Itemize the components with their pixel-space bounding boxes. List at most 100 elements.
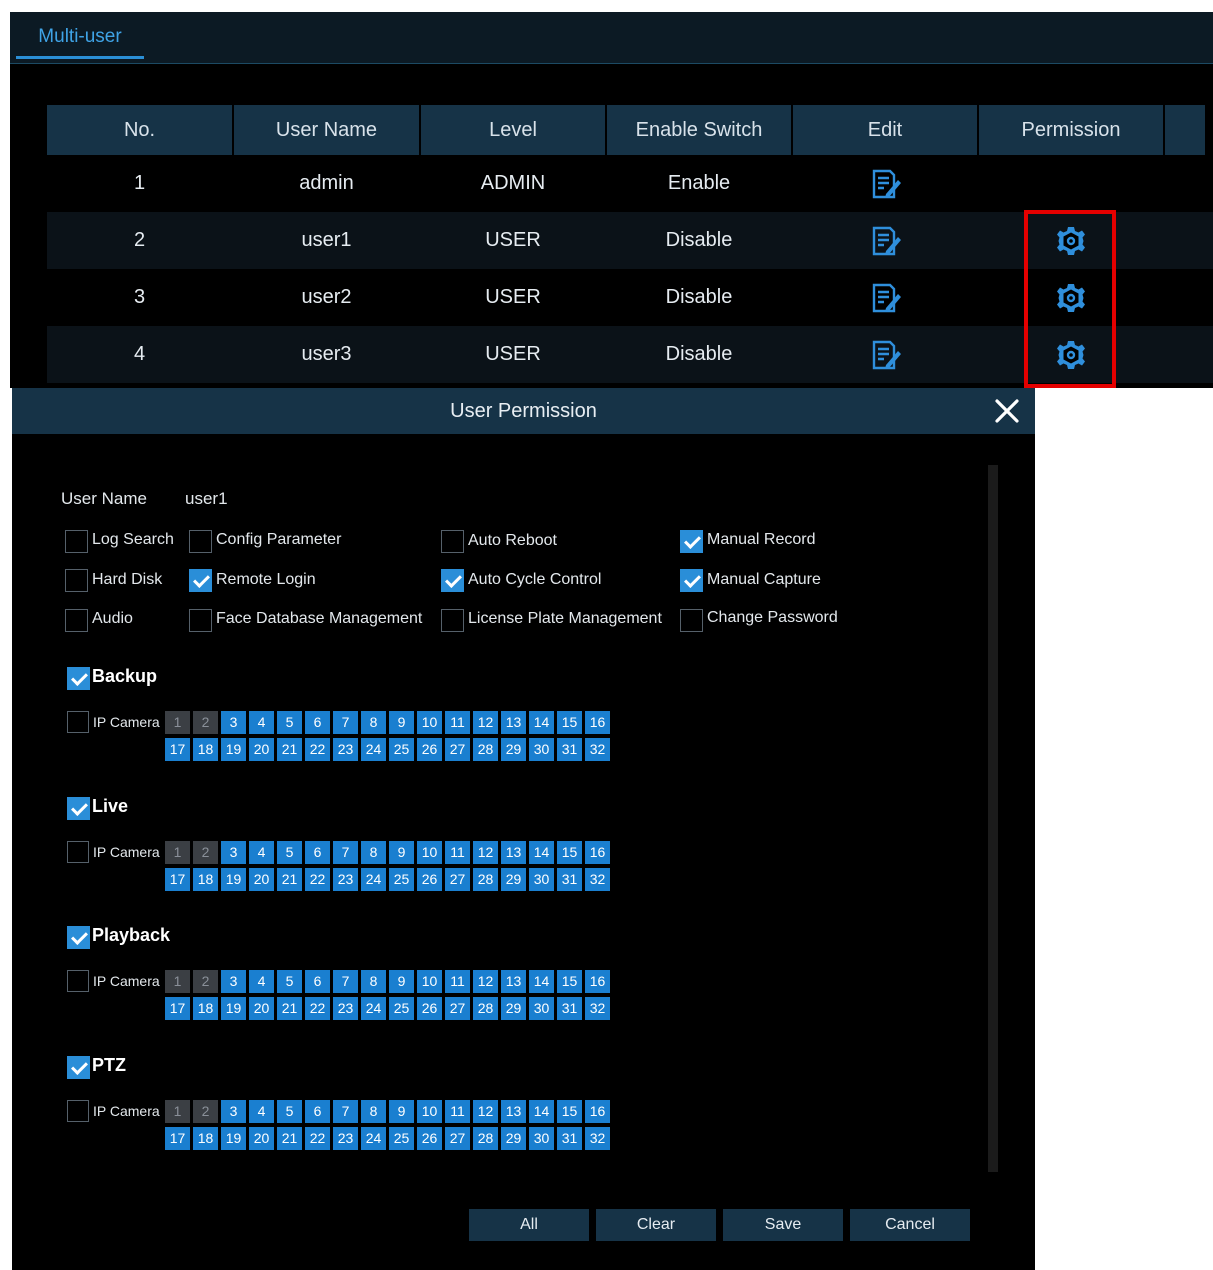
channel-17-toggle[interactable]: 17: [165, 868, 190, 891]
channel-15-toggle[interactable]: 15: [557, 711, 582, 734]
channel-22-toggle[interactable]: 22: [305, 1127, 330, 1150]
channel-2-toggle[interactable]: 2: [193, 841, 218, 864]
playback-checkbox[interactable]: [67, 926, 90, 949]
channel-19-toggle[interactable]: 19: [221, 1127, 246, 1150]
channel-14-toggle[interactable]: 14: [529, 841, 554, 864]
backup-ip-camera-checkbox[interactable]: [67, 711, 89, 733]
channel-7-toggle[interactable]: 7: [333, 970, 358, 993]
channel-28-toggle[interactable]: 28: [473, 1127, 498, 1150]
channel-21-toggle[interactable]: 21: [277, 997, 302, 1020]
channel-18-toggle[interactable]: 18: [193, 738, 218, 761]
channel-4-toggle[interactable]: 4: [249, 841, 274, 864]
channel-30-toggle[interactable]: 30: [529, 1127, 554, 1150]
channel-18-toggle[interactable]: 18: [193, 868, 218, 891]
channel-29-toggle[interactable]: 29: [501, 1127, 526, 1150]
channel-20-toggle[interactable]: 20: [249, 738, 274, 761]
channel-30-toggle[interactable]: 30: [529, 738, 554, 761]
channel-9-toggle[interactable]: 9: [389, 970, 414, 993]
channel-21-toggle[interactable]: 21: [277, 1127, 302, 1150]
channel-4-toggle[interactable]: 4: [249, 711, 274, 734]
channel-26-toggle[interactable]: 26: [417, 1127, 442, 1150]
close-icon[interactable]: [994, 398, 1020, 424]
edit-icon[interactable]: [868, 224, 902, 258]
channel-3-toggle[interactable]: 3: [221, 970, 246, 993]
license-plate-management-checkbox[interactable]: [441, 609, 464, 632]
channel-8-toggle[interactable]: 8: [361, 1100, 386, 1123]
channel-18-toggle[interactable]: 18: [193, 1127, 218, 1150]
channel-10-toggle[interactable]: 10: [417, 970, 442, 993]
channel-11-toggle[interactable]: 11: [445, 711, 470, 734]
channel-7-toggle[interactable]: 7: [333, 1100, 358, 1123]
channel-29-toggle[interactable]: 29: [501, 738, 526, 761]
channel-12-toggle[interactable]: 12: [473, 1100, 498, 1123]
cancel-button[interactable]: Cancel: [850, 1209, 970, 1241]
channel-23-toggle[interactable]: 23: [333, 738, 358, 761]
channel-16-toggle[interactable]: 16: [585, 970, 610, 993]
channel-20-toggle[interactable]: 20: [249, 1127, 274, 1150]
save-button[interactable]: Save: [723, 1209, 843, 1241]
channel-29-toggle[interactable]: 29: [501, 868, 526, 891]
channel-13-toggle[interactable]: 13: [501, 841, 526, 864]
channel-26-toggle[interactable]: 26: [417, 868, 442, 891]
channel-25-toggle[interactable]: 25: [389, 868, 414, 891]
channel-10-toggle[interactable]: 10: [417, 841, 442, 864]
channel-17-toggle[interactable]: 17: [165, 1127, 190, 1150]
channel-31-toggle[interactable]: 31: [557, 738, 582, 761]
channel-13-toggle[interactable]: 13: [501, 1100, 526, 1123]
channel-10-toggle[interactable]: 10: [417, 711, 442, 734]
dialog-scrollbar[interactable]: [988, 465, 998, 1172]
channel-3-toggle[interactable]: 3: [221, 1100, 246, 1123]
channel-12-toggle[interactable]: 12: [473, 841, 498, 864]
channel-3-toggle[interactable]: 3: [221, 841, 246, 864]
channel-8-toggle[interactable]: 8: [361, 970, 386, 993]
channel-27-toggle[interactable]: 27: [445, 738, 470, 761]
channel-6-toggle[interactable]: 6: [305, 841, 330, 864]
channel-6-toggle[interactable]: 6: [305, 970, 330, 993]
channel-27-toggle[interactable]: 27: [445, 868, 470, 891]
channel-11-toggle[interactable]: 11: [445, 841, 470, 864]
log-search-checkbox[interactable]: [65, 530, 88, 553]
ptz-checkbox[interactable]: [67, 1056, 90, 1079]
channel-17-toggle[interactable]: 17: [165, 738, 190, 761]
all-button[interactable]: All: [469, 1209, 589, 1241]
channel-28-toggle[interactable]: 28: [473, 997, 498, 1020]
channel-31-toggle[interactable]: 31: [557, 1127, 582, 1150]
channel-8-toggle[interactable]: 8: [361, 711, 386, 734]
channel-15-toggle[interactable]: 15: [557, 841, 582, 864]
live-ip-camera-checkbox[interactable]: [67, 841, 89, 863]
channel-19-toggle[interactable]: 19: [221, 997, 246, 1020]
channel-13-toggle[interactable]: 13: [501, 970, 526, 993]
channel-16-toggle[interactable]: 16: [585, 1100, 610, 1123]
channel-32-toggle[interactable]: 32: [585, 868, 610, 891]
channel-24-toggle[interactable]: 24: [361, 1127, 386, 1150]
channel-25-toggle[interactable]: 25: [389, 738, 414, 761]
channel-7-toggle[interactable]: 7: [333, 841, 358, 864]
channel-7-toggle[interactable]: 7: [333, 711, 358, 734]
channel-29-toggle[interactable]: 29: [501, 997, 526, 1020]
face-database-management-checkbox[interactable]: [189, 609, 212, 632]
channel-30-toggle[interactable]: 30: [529, 868, 554, 891]
channel-10-toggle[interactable]: 10: [417, 1100, 442, 1123]
channel-16-toggle[interactable]: 16: [585, 841, 610, 864]
channel-32-toggle[interactable]: 32: [585, 997, 610, 1020]
channel-2-toggle[interactable]: 2: [193, 1100, 218, 1123]
audio-checkbox[interactable]: [65, 609, 88, 632]
channel-14-toggle[interactable]: 14: [529, 970, 554, 993]
channel-22-toggle[interactable]: 22: [305, 738, 330, 761]
edit-icon[interactable]: [868, 281, 902, 315]
channel-4-toggle[interactable]: 4: [249, 970, 274, 993]
channel-17-toggle[interactable]: 17: [165, 997, 190, 1020]
channel-28-toggle[interactable]: 28: [473, 738, 498, 761]
channel-5-toggle[interactable]: 5: [277, 841, 302, 864]
channel-28-toggle[interactable]: 28: [473, 868, 498, 891]
channel-6-toggle[interactable]: 6: [305, 711, 330, 734]
channel-31-toggle[interactable]: 31: [557, 997, 582, 1020]
channel-23-toggle[interactable]: 23: [333, 868, 358, 891]
channel-24-toggle[interactable]: 24: [361, 868, 386, 891]
channel-19-toggle[interactable]: 19: [221, 868, 246, 891]
channel-24-toggle[interactable]: 24: [361, 997, 386, 1020]
channel-23-toggle[interactable]: 23: [333, 997, 358, 1020]
channel-5-toggle[interactable]: 5: [277, 970, 302, 993]
clear-button[interactable]: Clear: [596, 1209, 716, 1241]
channel-1-toggle[interactable]: 1: [165, 711, 190, 734]
